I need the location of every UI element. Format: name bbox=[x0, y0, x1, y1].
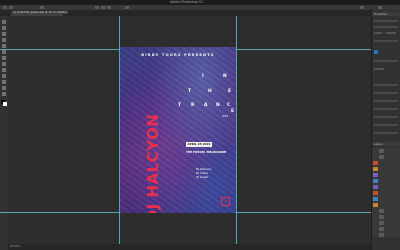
layer-color-tag bbox=[373, 161, 378, 165]
brush-tool-icon[interactable] bbox=[2, 50, 6, 54]
search-icon[interactable] bbox=[360, 6, 364, 9]
property-field[interactable] bbox=[374, 32, 382, 34]
logo-mark: N bbox=[221, 197, 230, 206]
property-field[interactable] bbox=[374, 68, 384, 70]
venue-text: THE FORUM, MELBOURNE bbox=[186, 150, 227, 154]
vertical-letter: H bbox=[208, 89, 212, 94]
property-row[interactable] bbox=[374, 40, 398, 42]
layer-thumbnail bbox=[379, 209, 384, 213]
layer-thumbnail bbox=[379, 221, 384, 225]
zoom-level[interactable]: 16.67% bbox=[10, 245, 20, 248]
property-row[interactable] bbox=[374, 124, 398, 126]
property-field[interactable] bbox=[386, 32, 396, 34]
layer-color-tag bbox=[373, 179, 378, 183]
align-center-button[interactable] bbox=[101, 6, 105, 9]
tool-preset-button[interactable] bbox=[9, 6, 13, 9]
distribute-button[interactable] bbox=[125, 6, 129, 9]
layers-panel-title: Layers bbox=[374, 142, 383, 146]
layer-color-tag bbox=[373, 197, 378, 201]
vertical-letter: I bbox=[202, 74, 204, 79]
property-row[interactable] bbox=[374, 60, 398, 62]
property-row[interactable] bbox=[374, 100, 398, 102]
layer-color-tag bbox=[373, 191, 378, 195]
vertical-letter: C bbox=[227, 103, 231, 108]
date-badge: APRIL 25 2019 bbox=[186, 141, 212, 147]
text-tool-icon[interactable] bbox=[2, 74, 6, 78]
property-row[interactable] bbox=[374, 26, 398, 28]
document-tab-label: DJ_HALCYON_poster.psd @ 16.7% (RGB/8) bbox=[13, 11, 68, 14]
lasso-tool-icon[interactable] bbox=[2, 32, 6, 36]
vertical-letter: T bbox=[178, 103, 181, 108]
eraser-tool-icon[interactable] bbox=[2, 62, 6, 66]
guide-vertical-right[interactable] bbox=[236, 16, 237, 250]
crop-tool-icon[interactable] bbox=[2, 38, 6, 42]
align-left-button[interactable] bbox=[95, 6, 99, 9]
vertical-letter: T bbox=[188, 89, 191, 94]
link-icon[interactable] bbox=[374, 50, 378, 54]
vertical-letter: N bbox=[223, 74, 227, 79]
date-block: APRIL 25 2019 THE FORUM, MELBOURNE bbox=[186, 130, 226, 154]
pen-tool-icon[interactable] bbox=[2, 80, 6, 84]
close-icon[interactable]: × bbox=[64, 11, 67, 15]
layer-thumbnail bbox=[379, 149, 384, 153]
layer-row[interactable] bbox=[372, 232, 400, 239]
vertical-letter: A bbox=[204, 103, 208, 108]
lineup-list: DJ Zakaroo DJ Cherz DJ Gabel bbox=[196, 167, 211, 179]
zoom-tool-icon[interactable] bbox=[2, 92, 6, 96]
layer-thumbnail bbox=[379, 233, 384, 237]
property-row[interactable] bbox=[374, 132, 398, 134]
dj-title: DJ HALCYON bbox=[144, 113, 162, 213]
clone-tool-icon[interactable] bbox=[2, 56, 6, 60]
background-color-swatch[interactable] bbox=[3, 102, 7, 106]
property-row[interactable] bbox=[374, 20, 398, 22]
status-bar bbox=[8, 244, 371, 250]
poster-artwork[interactable]: BIRDY TOURS PRESENTS I N T H E T R A N C… bbox=[120, 47, 236, 213]
workspace-menu[interactable] bbox=[378, 6, 382, 9]
auto-select-checkbox[interactable] bbox=[40, 6, 44, 9]
property-row[interactable] bbox=[374, 108, 398, 110]
layer-color-tag bbox=[373, 167, 378, 171]
align-right-button[interactable] bbox=[107, 6, 111, 9]
vertical-letter: N bbox=[216, 103, 220, 108]
eyedropper-tool-icon[interactable] bbox=[2, 44, 6, 48]
vertical-letter: E bbox=[231, 109, 234, 114]
layer-thumbnail bbox=[379, 155, 384, 159]
gradient-tool-icon[interactable] bbox=[2, 68, 6, 72]
vertical-letter: E bbox=[228, 89, 231, 94]
layers-list bbox=[372, 148, 400, 246]
properties-panel-title: Properties bbox=[374, 12, 388, 16]
app-title: Adobe Photoshop CC bbox=[170, 0, 204, 4]
property-row[interactable] bbox=[374, 92, 398, 94]
layer-color-tag bbox=[373, 203, 378, 207]
home-button[interactable] bbox=[3, 6, 7, 9]
vertical-letter: R bbox=[191, 103, 195, 108]
layer-thumbnail bbox=[379, 227, 384, 231]
marquee-tool-icon[interactable] bbox=[2, 26, 6, 30]
layer-color-tag bbox=[373, 185, 378, 189]
hand-tool-icon[interactable] bbox=[2, 86, 6, 90]
year-text: 2019 bbox=[222, 115, 229, 118]
property-row[interactable] bbox=[374, 84, 398, 86]
layer-thumbnail bbox=[379, 215, 384, 219]
lineup-item: DJ Gabel bbox=[196, 175, 209, 179]
presents-text: BIRDY TOURS PRESENTS bbox=[141, 53, 215, 57]
property-row[interactable] bbox=[374, 116, 398, 118]
move-tool-icon[interactable] bbox=[2, 20, 6, 24]
layer-color-tag bbox=[373, 173, 378, 177]
